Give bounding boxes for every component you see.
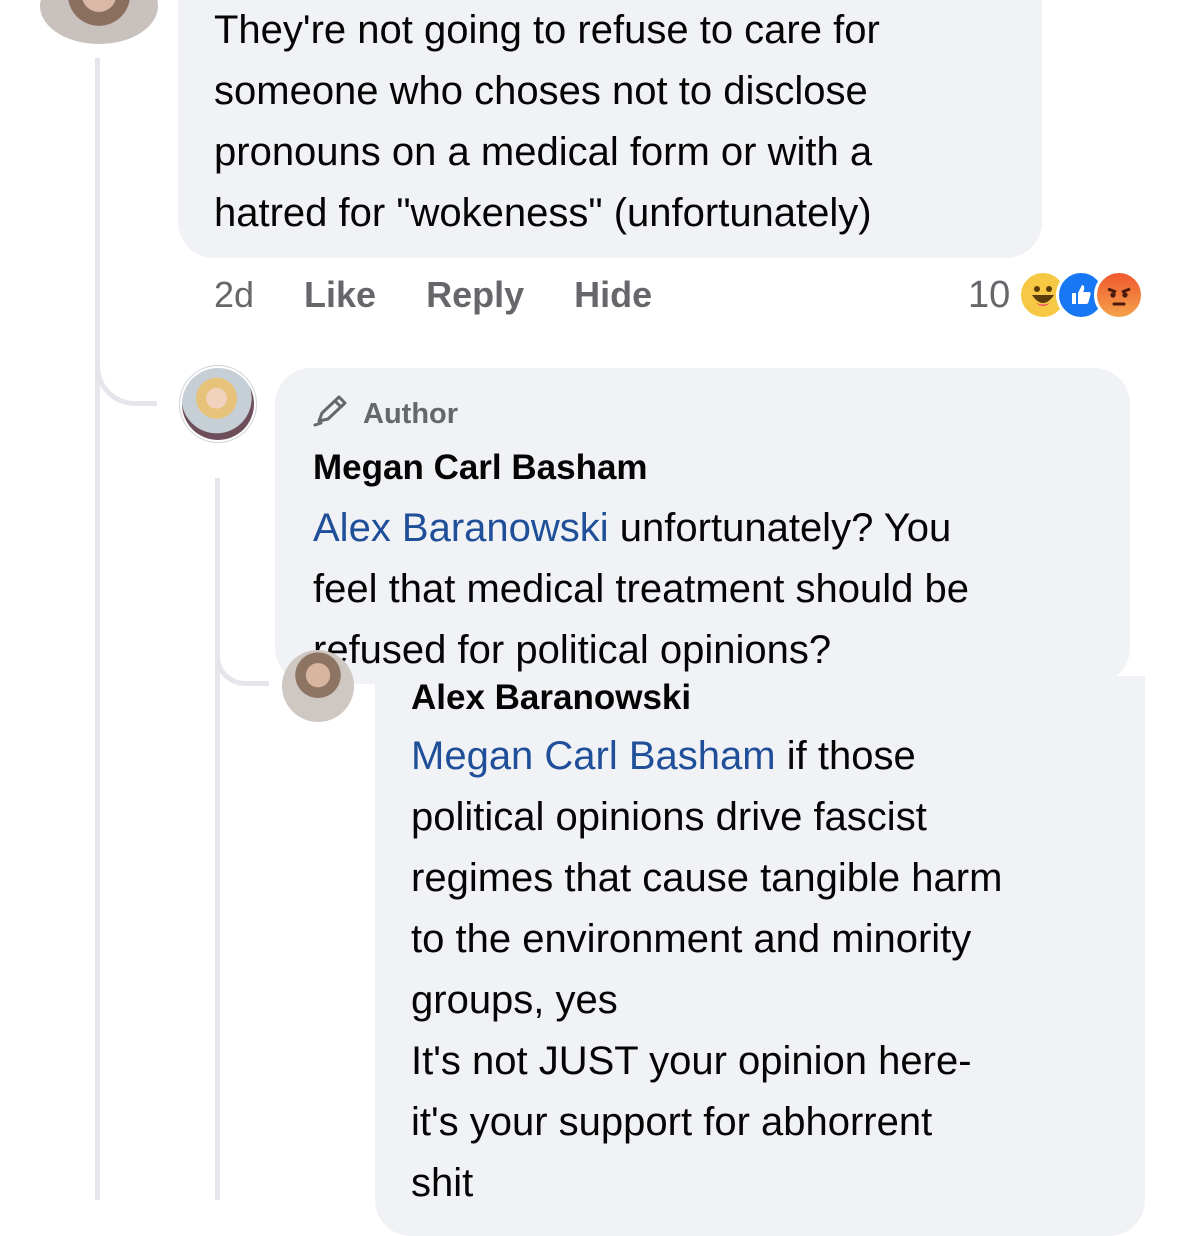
comment-actions: 2d Like Reply Hide [214, 274, 652, 316]
timestamp[interactable]: 2d [214, 274, 254, 316]
author-badge-label: Author [363, 397, 459, 430]
comment-text: They're not going to refuse to care for … [214, 8, 880, 235]
comment-bubble: Alex Baranowski Megan Carl Basham if tho… [375, 676, 1145, 1236]
thread-line [215, 478, 220, 1200]
like-button[interactable]: Like [304, 274, 376, 316]
comment-bubble: Author Megan Carl Basham Alex Baranowski… [275, 368, 1130, 684]
thread-connector [95, 330, 157, 406]
author-name[interactable]: Alex Baranowski [411, 676, 1109, 720]
comment-text: Megan Carl Basham if those political opi… [411, 734, 1003, 1205]
thread-connector [215, 640, 269, 686]
reaction-summary[interactable]: 10 [968, 270, 1145, 320]
hide-button[interactable]: Hide [574, 274, 652, 316]
mention-link[interactable]: Alex Baranowski [313, 506, 609, 550]
author-name[interactable]: Megan Carl Basham [313, 442, 1094, 494]
reply-button[interactable]: Reply [426, 274, 524, 316]
thread-line [95, 58, 100, 1200]
reaction-count: 10 [968, 273, 1011, 316]
angry-icon [1094, 270, 1145, 320]
avatar[interactable] [40, 0, 158, 44]
avatar[interactable] [282, 650, 354, 722]
comment-text: Alex Baranowski unfortunately? You feel … [313, 506, 969, 672]
avatar[interactable] [182, 368, 254, 440]
author-badge: Author [313, 394, 1094, 434]
comment-bubble: They're not going to refuse to care for … [178, 0, 1042, 258]
mention-link[interactable]: Megan Carl Basham [411, 734, 776, 778]
pencil-icon [313, 393, 351, 435]
